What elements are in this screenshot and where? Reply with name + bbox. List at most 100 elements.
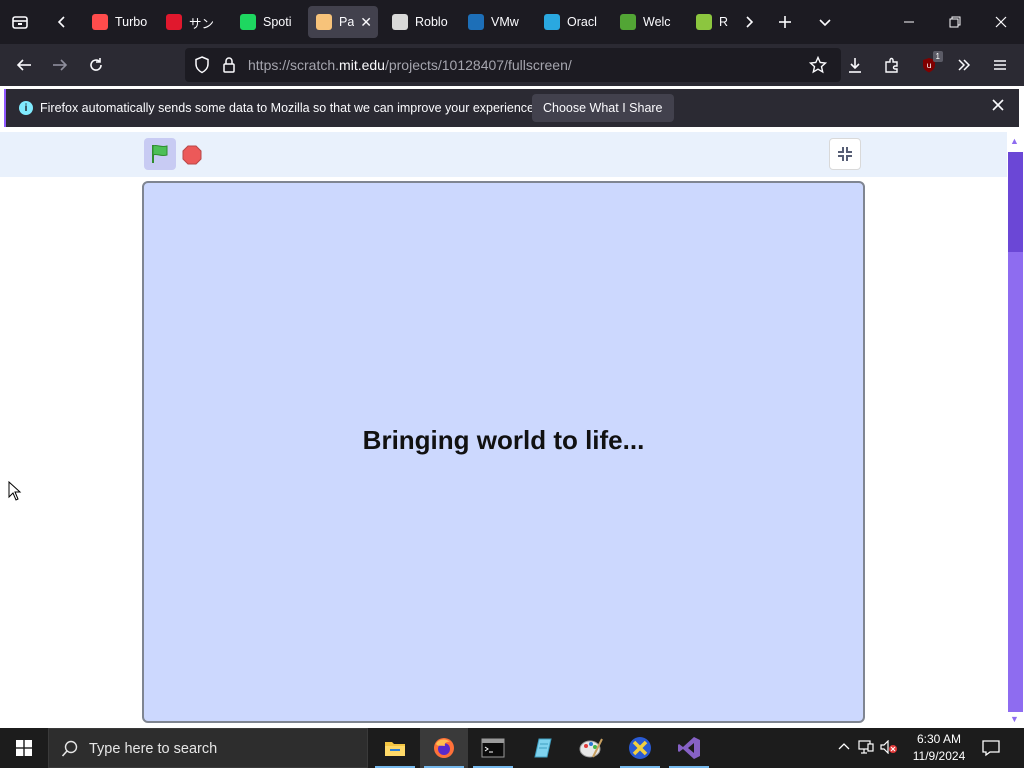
- ublock-icon: u 1: [921, 51, 943, 73]
- search-placeholder: Type here to search: [89, 741, 218, 757]
- extensions-button[interactable]: [876, 49, 908, 81]
- scroll-tabs-left-button[interactable]: [44, 4, 80, 40]
- address-bar[interactable]: https://scratch.mit.edu/projects/1012840…: [185, 48, 841, 82]
- start-button[interactable]: [0, 728, 48, 768]
- close-icon: [992, 99, 1004, 111]
- shield-icon[interactable]: [194, 56, 210, 77]
- tab-label: Turbo: [115, 15, 148, 29]
- hamburger-icon: [994, 60, 1006, 70]
- stop-button[interactable]: [181, 144, 203, 166]
- taskbar-terminal[interactable]: [469, 728, 517, 768]
- taskbar-visual-studio[interactable]: [665, 728, 713, 768]
- folder-icon: [385, 742, 405, 756]
- stop-sign-icon: [182, 145, 202, 165]
- lock-icon[interactable]: [222, 56, 236, 77]
- taskbar-app-paint[interactable]: [567, 728, 615, 768]
- browser-tab[interactable]: Rol: [688, 6, 728, 38]
- terminal-icon: [481, 738, 505, 758]
- unfullscreen-icon: [838, 147, 852, 161]
- close-tab-icon[interactable]: ✕: [360, 14, 372, 30]
- url-text[interactable]: https://scratch.mit.edu/projects/1012840…: [248, 57, 572, 73]
- firefox-view-icon: [12, 16, 28, 29]
- ublock-origin-button[interactable]: u 1: [913, 49, 945, 81]
- windows-logo-icon: [16, 740, 32, 756]
- data-reporting-notification: i Firefox automatically sends some data …: [4, 89, 1019, 127]
- browser-tab[interactable]: Turbo: [84, 6, 154, 38]
- taskbar-clock[interactable]: 6:30 AM 11/9/2024: [905, 731, 973, 765]
- browser-tab[interactable]: VMw: [460, 6, 530, 38]
- info-icon: i: [19, 101, 33, 115]
- extension-badge: 1: [932, 51, 943, 62]
- green-flag-icon: [152, 144, 168, 163]
- browser-tab[interactable]: Oracl: [536, 6, 606, 38]
- oracle-icon: [544, 14, 560, 30]
- scrollbar-thumb[interactable]: [1008, 152, 1023, 252]
- project-stage[interactable]: Bringing world to life...: [142, 181, 865, 723]
- spotify-icon: [240, 14, 256, 30]
- chevron-right-icon: [746, 16, 754, 28]
- browser-tab[interactable]: Welc: [612, 6, 682, 38]
- vmware-icon: [468, 14, 484, 30]
- scroll-up-arrow-icon[interactable]: ▲: [1010, 136, 1019, 146]
- url-host: mit.edu: [339, 57, 385, 73]
- close-notification-button[interactable]: [991, 98, 1005, 115]
- clock-time: 6:30 AM: [916, 732, 962, 746]
- more-tools-button[interactable]: [948, 49, 980, 81]
- paint-palette-icon: [579, 738, 603, 758]
- network-icon[interactable]: [858, 739, 874, 757]
- roblox-icon: [392, 14, 408, 30]
- puzzle-icon: [885, 57, 898, 73]
- minimize-button[interactable]: [886, 0, 932, 44]
- reload-button[interactable]: [80, 49, 112, 81]
- chevron-down-icon: [819, 19, 831, 27]
- browser-tab[interactable]: Spoti: [232, 6, 302, 38]
- show-hidden-icons-button[interactable]: [838, 741, 850, 756]
- navigation-toolbar: https://scratch.mit.edu/projects/1012840…: [0, 44, 1024, 86]
- taskbar-app-notepad[interactable]: [518, 728, 566, 768]
- scroll-down-arrow-icon[interactable]: ▼: [1010, 714, 1019, 724]
- back-button[interactable]: [8, 49, 40, 81]
- app-menu-button[interactable]: [984, 49, 1016, 81]
- scrollbar-track[interactable]: [1008, 252, 1023, 712]
- taskbar-app-xampp[interactable]: [616, 728, 664, 768]
- reload-icon: [90, 58, 102, 71]
- page-scrollbar[interactable]: ▲ ▼: [1007, 132, 1024, 728]
- notepad-icon: [534, 738, 552, 758]
- chevron-up-icon: [838, 742, 850, 749]
- choose-what-i-share-button[interactable]: Choose What I Share: [532, 94, 674, 122]
- download-icon: [849, 58, 861, 73]
- scroll-tabs-right-button[interactable]: [731, 4, 767, 40]
- minimize-icon: [904, 21, 914, 23]
- tab-label: サン: [189, 16, 215, 31]
- browser-tab[interactable]: Roblo: [384, 6, 454, 38]
- x-cross-icon: [629, 737, 651, 759]
- url-prefix: https://scratch.: [248, 57, 340, 73]
- taskbar-search-box[interactable]: Type here to search: [48, 728, 368, 768]
- taskbar-firefox[interactable]: [420, 728, 468, 768]
- volume-muted-icon[interactable]: [880, 739, 898, 757]
- plus-icon: [779, 16, 791, 28]
- close-window-button[interactable]: [978, 0, 1024, 44]
- scratch-page-icon: [316, 14, 332, 30]
- downloads-button[interactable]: [839, 49, 871, 81]
- tab-label: Pa: [339, 15, 355, 29]
- restore-button[interactable]: [932, 0, 978, 44]
- new-tab-button[interactable]: [767, 4, 803, 40]
- tab-label: Roblo: [415, 15, 448, 29]
- browser-tab[interactable]: サン: [158, 6, 228, 38]
- firefox-view-button[interactable]: [2, 4, 38, 40]
- green-flag-button[interactable]: [144, 138, 176, 170]
- tab-label: Spoti: [263, 15, 292, 29]
- visual-studio-icon: [678, 737, 700, 759]
- browser-tab[interactable]: Pa ✕: [308, 6, 378, 38]
- forward-button[interactable]: [44, 49, 76, 81]
- arrow-right-icon: [53, 59, 68, 71]
- exit-fullscreen-button[interactable]: [829, 138, 861, 170]
- svg-text:u: u: [926, 61, 931, 70]
- taskbar-file-explorer[interactable]: [371, 728, 419, 768]
- bookmark-star-icon[interactable]: [808, 55, 828, 77]
- tab-label: VMw: [491, 15, 519, 29]
- list-all-tabs-button[interactable]: [807, 4, 843, 40]
- firefox-icon: [434, 738, 454, 758]
- notification-center-button[interactable]: [982, 728, 1000, 768]
